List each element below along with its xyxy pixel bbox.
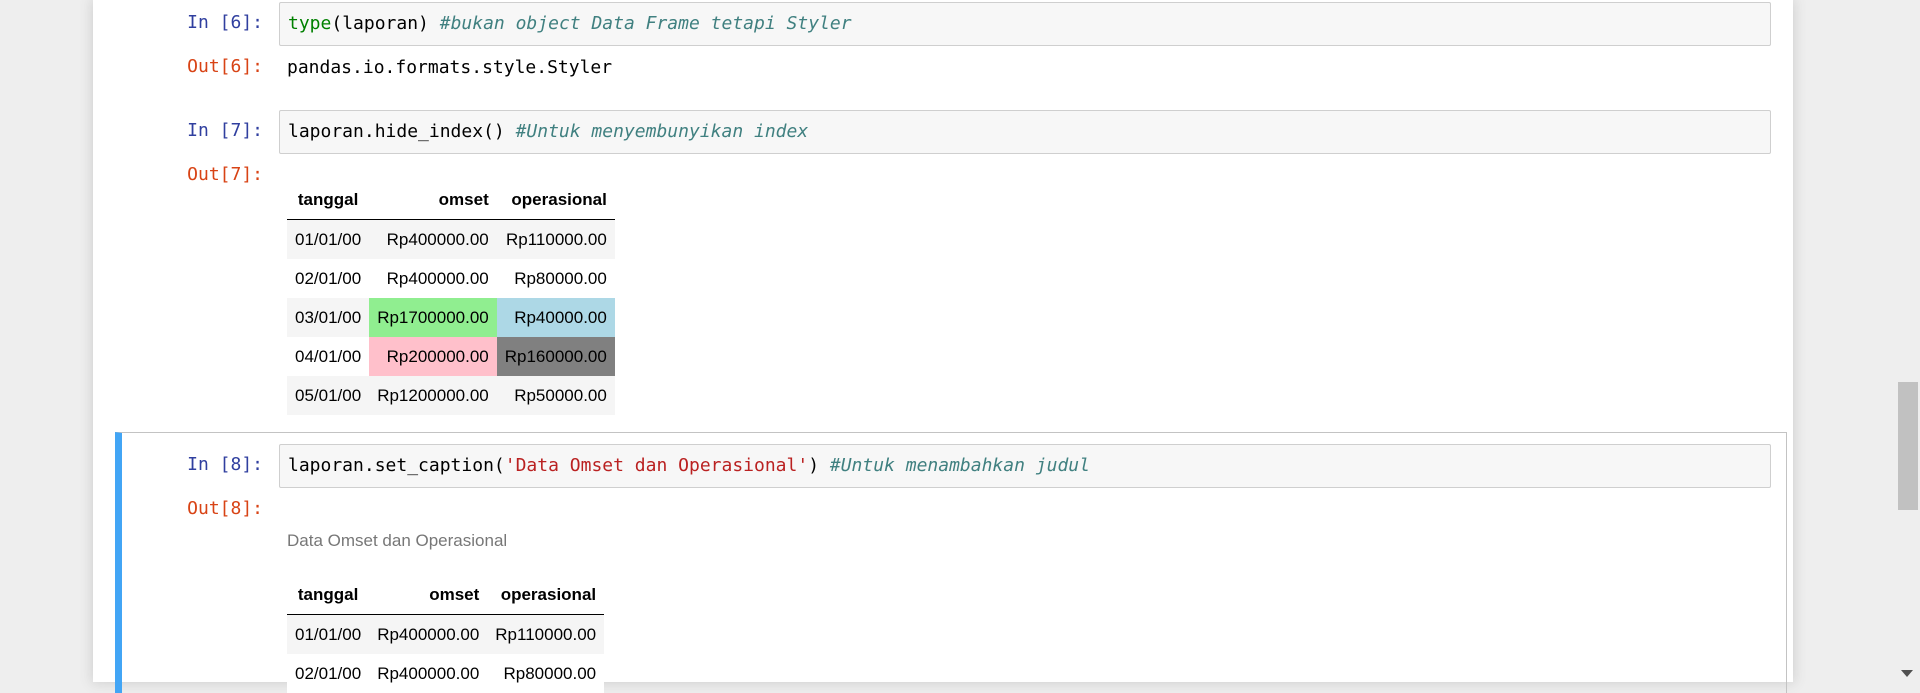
cell-tanggal: 02/01/00: [287, 654, 370, 693]
cell-omset: Rp1200000.00: [369, 376, 497, 415]
column-header-operasional: operasional: [496, 180, 615, 220]
cell-tanggal: 01/01/00: [287, 614, 370, 654]
input-prompt: In [7]:: [187, 120, 263, 141]
cell-tanggal: 04/01/00: [287, 337, 370, 376]
code-input-area[interactable]: laporan.hide_index() #Untuk menyembunyik…: [279, 110, 1771, 154]
code-line: type(laporan) #bukan object Data Frame t…: [288, 13, 852, 35]
vertical-scrollbar[interactable]: [1895, 0, 1920, 682]
cell-tanggal: 05/01/00: [287, 376, 370, 415]
notebook-container: In [6]: type(laporan) #bukan object Data…: [93, 0, 1793, 693]
table-header-row: tanggal omset operasional: [287, 575, 605, 615]
output-text: pandas.io.formats.style.Styler: [287, 57, 613, 78]
cell-operasional: Rp80000.00: [496, 259, 615, 298]
code-input-area[interactable]: type(laporan) #bukan object Data Frame t…: [279, 2, 1771, 46]
code-text: laporan.set_caption(: [288, 455, 505, 476]
cell-operasional-max: Rp160000.00: [496, 337, 615, 376]
table-row: 01/01/00 Rp400000.00 Rp110000.00: [287, 614, 605, 654]
table-row: 05/01/00 Rp1200000.00 Rp50000.00: [287, 376, 615, 415]
cell-operasional-min: Rp40000.00: [496, 298, 615, 337]
table-header-row: tanggal omset operasional: [287, 180, 615, 220]
cell-omset-min: Rp200000.00: [369, 337, 497, 376]
column-header-tanggal: tanggal: [287, 575, 370, 615]
output-prompt: Out[7]:: [187, 164, 263, 185]
cell-omset: Rp400000.00: [369, 259, 497, 298]
code-line: laporan.set_caption('Data Omset dan Oper…: [288, 455, 1090, 477]
table-row: 04/01/00 Rp200000.00 Rp160000.00: [287, 337, 615, 376]
code-cell-7[interactable]: In [7]: laporan.hide_index() #Untuk meny…: [93, 108, 1793, 428]
column-header-omset: omset: [369, 575, 488, 615]
output-prompt: Out[8]:: [187, 498, 263, 519]
code-line: laporan.hide_index() #Untuk menyembunyik…: [288, 121, 808, 143]
cell-omset-max: Rp1700000.00: [369, 298, 497, 337]
cell-operasional: Rp80000.00: [487, 654, 605, 693]
input-prompt: In [6]:: [187, 12, 263, 33]
cell-omset: Rp400000.00: [369, 219, 497, 259]
cell-omset: Rp400000.00: [369, 654, 488, 693]
table-caption: Data Omset dan Operasional: [287, 531, 508, 550]
cell-tanggal: 01/01/00: [287, 219, 370, 259]
table-row: 03/01/00 Rp1700000.00 Rp40000.00: [287, 298, 615, 337]
cell-operasional: Rp110000.00: [487, 614, 605, 654]
column-header-omset: omset: [369, 180, 497, 220]
table-row: 01/01/00 Rp400000.00 Rp110000.00: [287, 219, 615, 259]
cell-tanggal: 02/01/00: [287, 259, 370, 298]
code-comment: #Untuk menambahkan judul: [829, 455, 1090, 476]
cell-operasional: Rp50000.00: [496, 376, 615, 415]
code-comment: #bukan object Data Frame tetapi Styler: [439, 13, 852, 34]
column-header-operasional: operasional: [487, 575, 605, 615]
cell-omset: Rp400000.00: [369, 614, 488, 654]
input-prompt: In [8]:: [187, 454, 263, 475]
code-builtin: type: [288, 13, 332, 34]
styled-dataframe: tanggal omset operasional 01/01/00 Rp400…: [287, 180, 615, 415]
scrollbar-thumb[interactable]: [1898, 382, 1918, 510]
code-cell-6[interactable]: In [6]: type(laporan) #bukan object Data…: [93, 0, 1793, 100]
cell-operasional: Rp110000.00: [496, 219, 615, 259]
triangle-down-icon[interactable]: [1901, 670, 1913, 677]
code-text: ): [808, 455, 830, 476]
code-string: 'Data Omset dan Operasional': [504, 455, 809, 476]
cell-tanggal: 03/01/00: [287, 298, 370, 337]
table-row: 02/01/00 Rp400000.00 Rp80000.00: [287, 654, 605, 693]
output-prompt: Out[6]:: [187, 56, 263, 77]
code-comment: #Untuk menyembunyikan index: [515, 121, 809, 142]
column-header-tanggal: tanggal: [287, 180, 370, 220]
code-input-area[interactable]: laporan.set_caption('Data Omset dan Oper…: [279, 444, 1771, 488]
styled-dataframe-with-caption: Data Omset dan Operasional tanggal omset…: [287, 531, 605, 693]
code-text: (laporan): [331, 13, 440, 34]
code-cell-8-selected[interactable]: In [8]: laporan.set_caption('Data Omset …: [115, 432, 1787, 693]
table-row: 02/01/00 Rp400000.00 Rp80000.00: [287, 259, 615, 298]
code-text: laporan.hide_index(): [288, 121, 516, 142]
